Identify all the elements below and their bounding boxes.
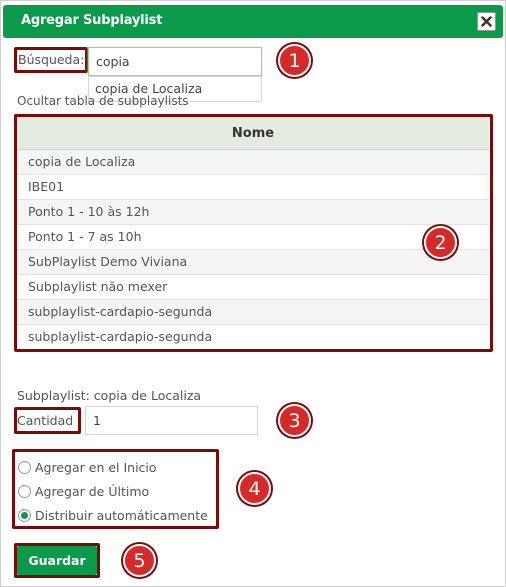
close-icon: [481, 16, 492, 27]
toggle-table-link[interactable]: Ocultar tabla de subplaylists: [17, 94, 189, 108]
add-subplaylist-dialog: Agregar Subplaylist Búsqueda: copia copi…: [0, 0, 506, 587]
annotation-badge-3: 3: [278, 404, 311, 437]
annotation-badge-2: 2: [424, 226, 457, 259]
close-button[interactable]: [477, 12, 496, 31]
annotation-box-2: [14, 114, 493, 352]
annotation-box-5: [14, 543, 100, 578]
search-input[interactable]: copia: [88, 47, 262, 76]
dialog-title: Agregar Subplaylist: [21, 13, 163, 28]
annotation-badge-4: 4: [238, 472, 271, 505]
quantity-input[interactable]: 1: [85, 406, 258, 435]
selected-subplaylist-text: Subplaylist: copia de Localiza: [17, 388, 202, 403]
annotation-box-3: [14, 407, 81, 434]
dialog-titlebar: Agregar Subplaylist: [3, 5, 503, 38]
annotation-badge-1: 1: [278, 44, 311, 77]
annotation-box-1: [14, 47, 88, 73]
annotation-badge-5: 5: [123, 544, 156, 577]
annotation-box-4: [12, 449, 219, 529]
